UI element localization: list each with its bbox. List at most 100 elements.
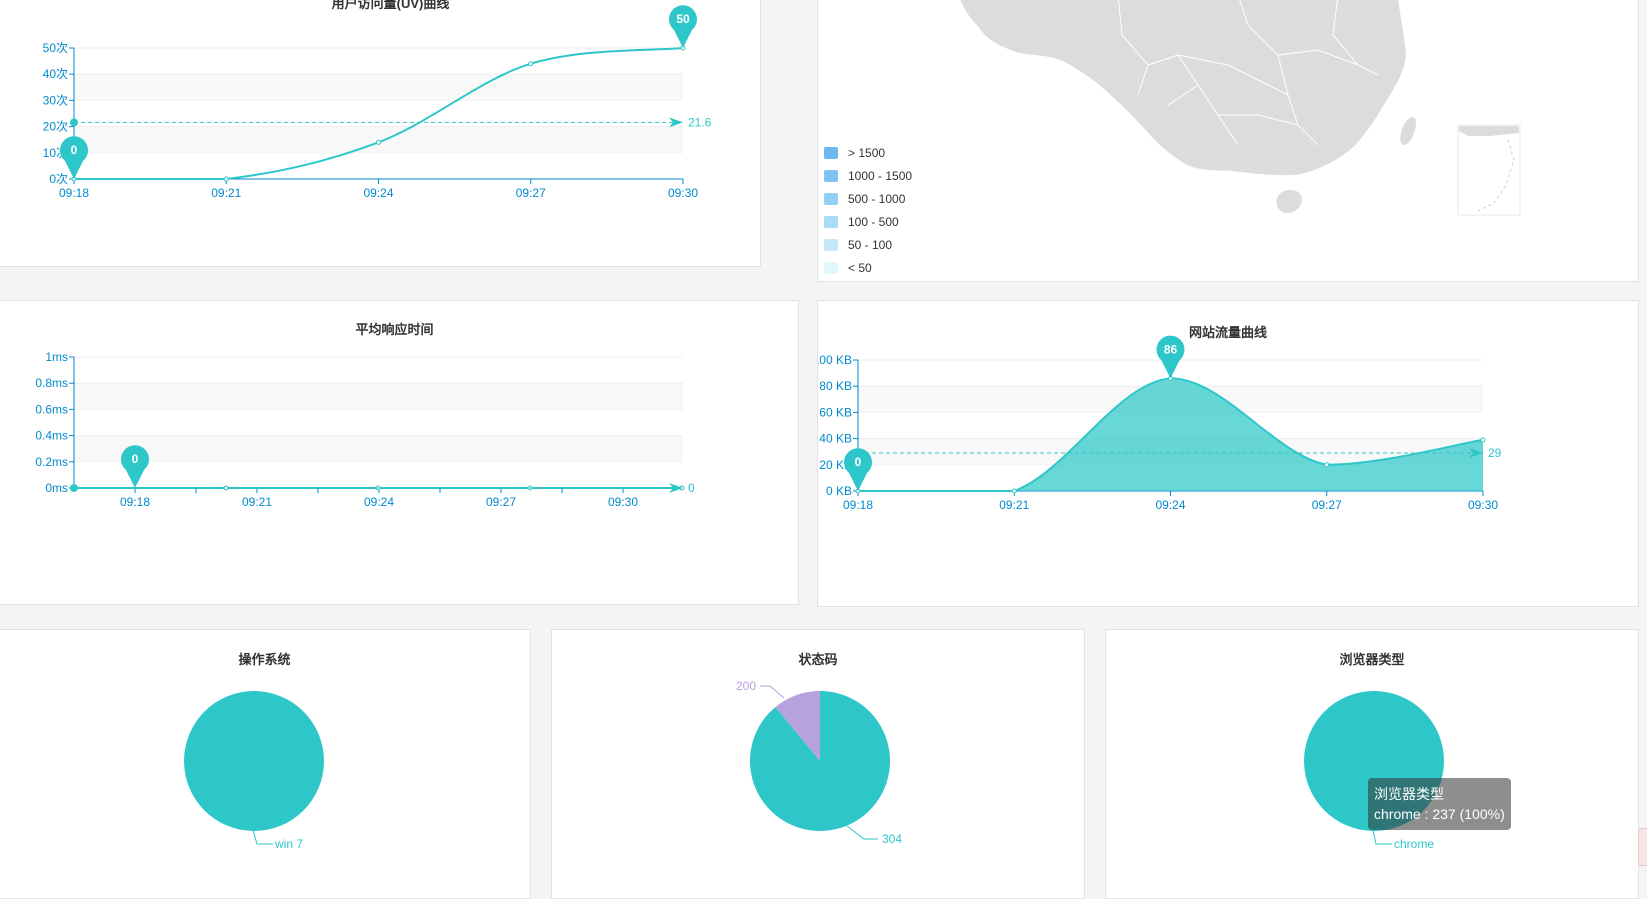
average-value-label: 29 [1488, 446, 1502, 460]
map-inset-coast [1459, 126, 1519, 136]
x-tick-label: 09:30 [608, 495, 638, 509]
x-tick-label: 09:24 [1155, 498, 1185, 512]
series-point [1324, 462, 1330, 468]
map-legend-swatch [824, 192, 838, 205]
x-tick-label: 09:27 [516, 186, 546, 200]
map-legend-label: 50 - 100 [848, 237, 893, 252]
series-line [74, 47, 684, 181]
grid-band [74, 126, 683, 153]
x-tick-label: 09:21 [242, 495, 272, 509]
y-tick-label: 0.2ms [35, 455, 68, 469]
y-tick-label: 30次 [43, 93, 68, 107]
pie-label: 200 [736, 679, 756, 693]
os-pie-panel: 操作系统 win 7 [0, 629, 531, 899]
series-point [1480, 437, 1486, 443]
browser-pie-tooltip: 浏览器类型 chrome : 237 (100%) [1368, 778, 1511, 830]
map-legend-item[interactable]: > 1500 [824, 141, 912, 164]
series-point [528, 61, 534, 67]
traffic-chart-panel: 网站流量曲线 0 KB 20 KB 40 KB 60 KB 80 KB 100 KB 09:… [817, 300, 1639, 607]
status-pie-panel: 状态码 304 200 [551, 629, 1085, 899]
os-pie-chart[interactable]: win 7 [0, 630, 531, 899]
pie-label: 304 [882, 832, 902, 846]
pie-slice [184, 691, 324, 831]
x-tick-label: 09:18 [843, 498, 873, 512]
pie-label: chrome [1394, 837, 1434, 851]
y-tick-label: 1ms [45, 350, 68, 364]
max-marker-pin: 86 [1156, 335, 1185, 379]
y-tick-label: 60 KB [819, 405, 852, 419]
min-marker-pin-label: 0 [855, 455, 862, 469]
china-map[interactable] [818, 0, 1639, 282]
map-legend-swatch [824, 238, 838, 251]
average-line-start [70, 484, 78, 492]
value-marker-pin-label: 0 [132, 452, 139, 466]
max-marker-pin-label: 50 [676, 12, 690, 26]
y-tick-label: 40次 [43, 67, 68, 81]
map-legend-label: 500 - 1000 [848, 191, 906, 206]
uv-line-chart[interactable]: 0次10次20次30次40次50次09:18 09:21 09:24 09:27 09:… [0, 0, 761, 267]
min-marker-pin-label: 0 [71, 143, 78, 157]
response-line-chart[interactable]: 0ms 0.2ms 0.4ms 0.6ms 0.8ms 1ms 09:18 09:21 09:2… [0, 301, 799, 605]
uv-chart-panel: 用户访问量(UV)曲线 0次 10次 20次 30次 40次 50次 09:18 09:21 0… [0, 0, 761, 267]
browser-pie-panel: 浏览器类型 chrome 浏览器类型 chrome : 237 (100%) [1105, 629, 1639, 899]
map-legend-item[interactable]: 500 - 1000 [824, 187, 912, 210]
y-tick-label: 20次 [43, 120, 68, 134]
average-value-label: 21.6 [688, 115, 712, 129]
grid-band [74, 435, 683, 462]
scroll-handle[interactable] [1638, 828, 1647, 866]
pie-label-line [252, 829, 273, 845]
map-legend-swatch [824, 146, 838, 159]
y-tick-label: 0.8ms [35, 376, 68, 390]
y-tick-label: 0.4ms [35, 429, 68, 443]
grid-band [74, 74, 683, 101]
map-legend-item[interactable]: 50 - 100 [824, 233, 912, 256]
pie-label-line [1372, 829, 1392, 845]
map-legend-swatch [824, 215, 838, 228]
value-marker-pin: 0 [121, 445, 149, 488]
x-tick-label: 09:24 [364, 495, 394, 509]
map-legend-label: > 1500 [848, 145, 886, 160]
y-tick-label: 0ms [45, 481, 68, 495]
max-marker-pin-label: 86 [1164, 342, 1178, 356]
pie-label-line [846, 825, 878, 840]
browser-pie-chart[interactable]: chrome [1106, 630, 1639, 899]
map-inset-dashes [1477, 139, 1515, 212]
x-tick-label: 09:18 [59, 186, 89, 200]
x-tick-label: 09:24 [363, 186, 393, 200]
map-legend-label: 1000 - 1500 [848, 168, 913, 183]
x-tick-label: 09:30 [668, 186, 698, 200]
series-point [223, 176, 229, 182]
map-legend-item[interactable]: 100 - 500 [824, 210, 912, 233]
average-value-label: 0 [688, 481, 695, 495]
series-point [1011, 488, 1017, 494]
pie-label: win 7 [274, 837, 303, 851]
status-pie-chart[interactable]: 304 200 [552, 630, 1085, 899]
max-marker-pin: 50 [669, 5, 697, 48]
map-legend-item[interactable]: < 50 [824, 256, 912, 279]
y-tick-label: 80 KB [819, 379, 852, 393]
map-legend-item[interactable]: 1000 - 1500 [824, 164, 912, 187]
x-tick-label: 09:18 [120, 495, 150, 509]
map-mainland[interactable] [958, 0, 1407, 176]
x-tick-label: 09:21 [211, 186, 241, 200]
x-tick-label: 09:21 [999, 498, 1029, 512]
response-chart-panel: 平均响应时间 0ms 0.2ms 0.4ms 0.6ms 0.8ms 1ms 09:18 09… [0, 300, 799, 605]
y-tick-label: 0次 [49, 172, 68, 186]
y-tick-label: 40 KB [819, 432, 852, 446]
x-tick-label: 09:27 [486, 495, 516, 509]
map-legend-label: < 50 [848, 260, 872, 275]
map-hainan[interactable] [1275, 189, 1303, 214]
tooltip-title: 浏览器类型 [1374, 786, 1444, 802]
y-tick-label: 50次 [43, 41, 68, 55]
pie-label-line [760, 685, 785, 699]
map-legend: > 1500 1000 - 1500 500 - 1000 100 - 500 50 -… [824, 141, 912, 279]
x-tick-label: 09:27 [1312, 498, 1342, 512]
tooltip-body: chrome : 237 (100%) [1374, 806, 1505, 822]
grid-band [74, 383, 683, 410]
y-tick-label: 100 KB [817, 353, 852, 367]
y-tick-label: 0.6ms [35, 402, 68, 416]
map-legend-swatch [824, 169, 838, 182]
map-taiwan[interactable] [1399, 116, 1417, 146]
map-panel: > 1500 1000 - 1500 500 - 1000 100 - 500 50 -… [817, 0, 1639, 282]
traffic-area-chart[interactable]: 0 KB20 KB40 KB60 KB80 KB100 KB09:18 09:21… [818, 301, 1639, 607]
